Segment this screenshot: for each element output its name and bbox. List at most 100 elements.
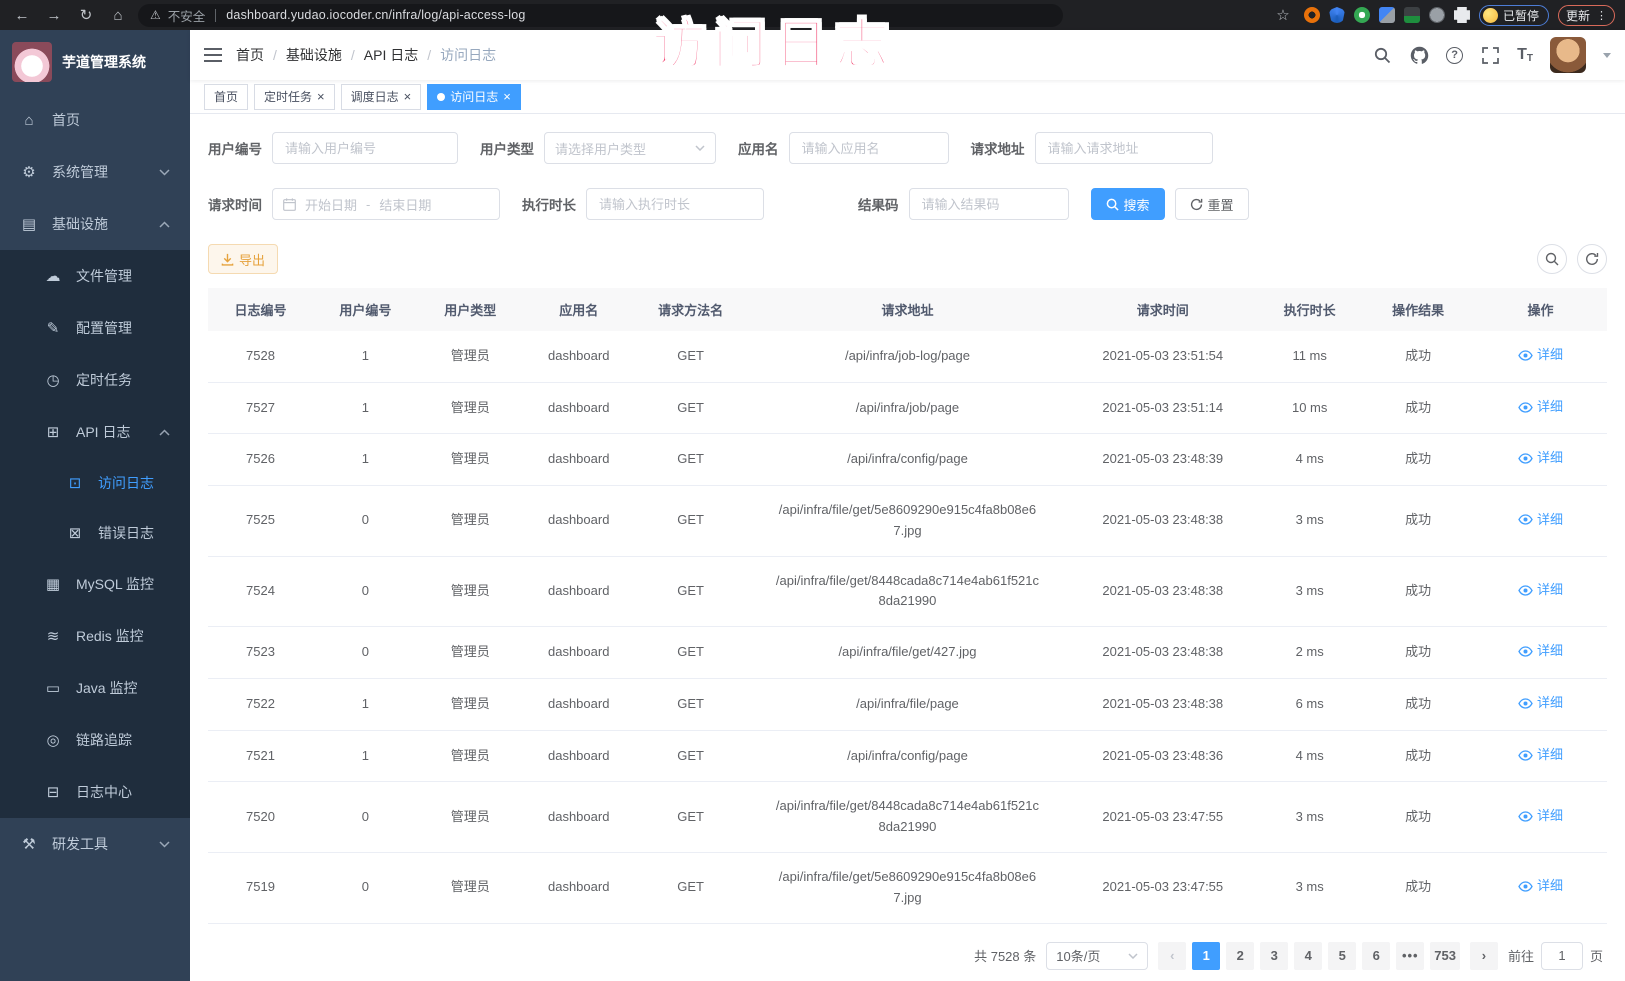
close-tab-icon[interactable]: ×: [404, 90, 412, 103]
sidebar-item-infrastructure[interactable]: ▤ 基础设施: [0, 198, 190, 250]
detail-link[interactable]: 详细: [1518, 745, 1563, 766]
refresh-icon: [1190, 198, 1203, 211]
reset-button[interactable]: 重置: [1175, 188, 1249, 220]
view-tab-4[interactable]: 访问日志 ×: [427, 84, 521, 110]
detail-link[interactable]: 详细: [1518, 806, 1563, 827]
export-button[interactable]: 导出: [208, 244, 278, 274]
user-id-input[interactable]: [272, 132, 458, 164]
extension-puzzle-color-icon[interactable]: [1379, 7, 1395, 23]
extension-green-circle-icon[interactable]: [1354, 7, 1370, 23]
browser-back-icon[interactable]: ←: [10, 7, 34, 24]
sidebar-item-home[interactable]: ⌂ 首页: [0, 94, 190, 146]
prev-page-button[interactable]: ‹: [1158, 942, 1186, 970]
sidebar-item-label: 链路追踪: [76, 730, 132, 750]
sidebar-item-java-monitor[interactable]: ▭ Java 监控: [0, 662, 190, 714]
sidebar-item-config-management[interactable]: ✎ 配置管理: [0, 302, 190, 354]
request-url-input[interactable]: [1035, 132, 1213, 164]
app-name-input[interactable]: [789, 132, 949, 164]
sidebar-item-api-log[interactable]: ⊞ API 日志: [0, 406, 190, 458]
extension-shield-icon[interactable]: [1329, 7, 1345, 23]
page-button-1[interactable]: 1: [1192, 942, 1220, 970]
page-size-select[interactable]: 10条/页: [1046, 942, 1148, 970]
home-icon: ⌂: [20, 112, 38, 129]
sidebar-item-label: 基础设施: [52, 214, 108, 234]
result-code-input[interactable]: [909, 188, 1069, 220]
column-header: 应用名: [523, 288, 635, 331]
browser-menu-dots-icon[interactable]: ⋮: [1596, 9, 1607, 22]
bookmark-star-icon[interactable]: ☆: [1271, 6, 1295, 24]
eye-icon: [1518, 585, 1533, 596]
sidebar-item-log-center[interactable]: ⊟ 日志中心: [0, 766, 190, 818]
detail-link[interactable]: 详细: [1518, 876, 1563, 897]
page-button-753[interactable]: 753: [1430, 942, 1460, 970]
sidebar-item-redis-monitor[interactable]: ≋ Redis 监控: [0, 610, 190, 662]
user-type-select[interactable]: 请选择用户类型: [544, 132, 716, 164]
avatar-caret-icon[interactable]: [1603, 53, 1611, 58]
toggle-search-icon[interactable]: [1537, 244, 1567, 274]
eye-icon: [1518, 453, 1533, 464]
detail-link[interactable]: 详细: [1518, 345, 1563, 366]
next-page-button[interactable]: ›: [1470, 942, 1498, 970]
sidebar-item-mysql-monitor[interactable]: ▦ MySQL 监控: [0, 558, 190, 610]
sidebar-logo[interactable]: 芋道管理系统: [0, 30, 190, 94]
detail-link[interactable]: 详细: [1518, 510, 1563, 531]
pager-ellipsis[interactable]: •••: [1396, 942, 1424, 970]
breadcrumb-item[interactable]: 基础设施: [286, 45, 342, 65]
detail-link[interactable]: 详细: [1518, 580, 1563, 601]
browser-update-button[interactable]: 更新 ⋮: [1558, 5, 1615, 26]
url-bar[interactable]: ⚠ 不安全 dashboard.yudao.iocoder.cn/infra/l…: [138, 4, 1063, 27]
refresh-table-icon[interactable]: [1577, 244, 1607, 274]
eye-icon: [1518, 402, 1533, 413]
eye-icon: [1518, 514, 1533, 525]
logo-avatar: [12, 42, 52, 82]
sidebar-item-trace[interactable]: ◎ 链路追踪: [0, 714, 190, 766]
sidebar-item-label: 定时任务: [76, 370, 132, 390]
sidebar-item-file-management[interactable]: ☁ 文件管理: [0, 250, 190, 302]
close-tab-icon[interactable]: ×: [503, 90, 511, 103]
breadcrumb: 首页/基础设施/API 日志/访问日志: [236, 45, 496, 65]
app-title: 芋道管理系统: [62, 52, 146, 72]
sidebar-item-dev-tools[interactable]: ⚒ 研发工具: [0, 818, 190, 870]
extension-gray-icon[interactable]: [1429, 7, 1445, 23]
hamburger-icon[interactable]: [204, 47, 222, 63]
view-tab-3[interactable]: 调度日志 ×: [341, 84, 422, 110]
header-search-icon[interactable]: [1372, 45, 1392, 65]
translate-extension-icon[interactable]: [1404, 7, 1420, 23]
goto-page-input[interactable]: [1541, 942, 1583, 970]
extensions-puzzle-icon[interactable]: [1454, 7, 1470, 23]
search-button[interactable]: 搜索: [1091, 188, 1165, 220]
detail-link[interactable]: 详细: [1518, 448, 1563, 469]
duration-input[interactable]: [586, 188, 764, 220]
detail-link[interactable]: 详细: [1518, 397, 1563, 418]
browser-forward-icon[interactable]: →: [42, 7, 66, 24]
sidebar-item-access-log[interactable]: ⊡ 访问日志: [0, 458, 190, 508]
page-button-6[interactable]: 6: [1362, 942, 1390, 970]
page-button-4[interactable]: 4: [1294, 942, 1322, 970]
page-button-2[interactable]: 2: [1226, 942, 1254, 970]
detail-link[interactable]: 详细: [1518, 693, 1563, 714]
user-avatar[interactable]: [1550, 37, 1586, 73]
page-button-3[interactable]: 3: [1260, 942, 1288, 970]
eye-icon: [1518, 698, 1533, 709]
view-tab-2[interactable]: 定时任务 ×: [254, 84, 335, 110]
view-tab-1[interactable]: 首页: [204, 84, 248, 110]
browser-home-icon[interactable]: ⌂: [106, 7, 130, 24]
breadcrumb-item[interactable]: 首页: [236, 45, 264, 65]
extension-orange-icon[interactable]: [1304, 7, 1320, 23]
fullscreen-icon[interactable]: [1480, 45, 1500, 65]
download-icon: [221, 253, 234, 266]
github-icon[interactable]: [1409, 45, 1429, 65]
detail-link[interactable]: 详细: [1518, 641, 1563, 662]
close-tab-icon[interactable]: ×: [317, 90, 325, 103]
sidebar-item-scheduled-jobs[interactable]: ◷ 定时任务: [0, 354, 190, 406]
paused-badge[interactable]: 已暂停: [1479, 5, 1549, 26]
breadcrumb-item[interactable]: API 日志: [364, 45, 418, 65]
column-header: 用户类型: [418, 288, 523, 331]
sidebar-item-system-management[interactable]: ⚙ 系统管理: [0, 146, 190, 198]
request-time-range-picker[interactable]: 开始日期 - 结束日期: [272, 188, 500, 220]
page-button-5[interactable]: 5: [1328, 942, 1356, 970]
help-icon[interactable]: ?: [1446, 47, 1463, 64]
sidebar-item-error-log[interactable]: ⊠ 错误日志: [0, 508, 190, 558]
browser-reload-icon[interactable]: ↻: [74, 6, 98, 24]
font-size-icon[interactable]: TT: [1517, 46, 1533, 64]
